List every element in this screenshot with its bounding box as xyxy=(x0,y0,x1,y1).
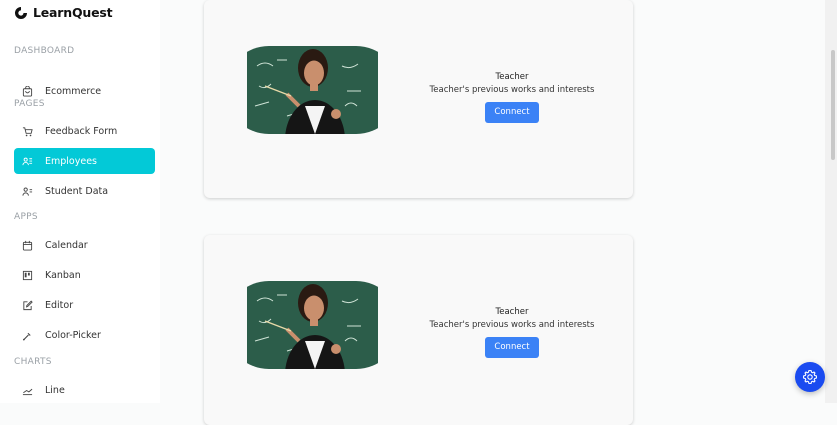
card-description: Teacher's previous works and interests xyxy=(429,320,595,330)
sidebar-item-label: Employees xyxy=(45,155,97,167)
teacher-photo xyxy=(247,46,378,134)
sidebar-item-label: Color-Picker xyxy=(45,329,101,341)
sidebar-item-student-data[interactable]: Student Data xyxy=(14,178,155,204)
section-label-dashboard: DASHBOARD xyxy=(14,46,75,56)
line-chart-icon xyxy=(22,388,33,395)
sidebar-item-editor[interactable]: Editor xyxy=(14,292,155,318)
sidebar-item-calendar[interactable]: Calendar xyxy=(14,232,155,258)
brand-logo-icon xyxy=(15,6,27,19)
section-label-apps: APPS xyxy=(14,212,38,222)
sidebar-item-label: Calendar xyxy=(45,239,88,251)
card-description: Teacher's previous works and interests xyxy=(429,85,595,95)
employee-card: Teacher Teacher's previous works and int… xyxy=(204,235,633,425)
sidebar-item-label: Kanban xyxy=(45,269,81,281)
card-role: Teacher xyxy=(495,72,529,82)
settings-button[interactable] xyxy=(795,362,825,392)
main-content: Teacher Teacher's previous works and int… xyxy=(160,0,837,425)
sidebar-item-line[interactable]: Line xyxy=(14,377,155,403)
sidebar-item-label: Ecommerce xyxy=(45,85,102,97)
employee-card: Teacher Teacher's previous works and int… xyxy=(204,0,633,198)
contacts-icon xyxy=(22,187,33,196)
connect-button[interactable]: Connect xyxy=(485,337,539,358)
scrollbar[interactable] xyxy=(825,0,837,403)
sidebar-item-color-picker[interactable]: Color-Picker xyxy=(14,322,155,348)
card-info: Teacher Teacher's previous works and int… xyxy=(412,72,612,123)
sidebar-item-feedback-form[interactable]: Feedback Form xyxy=(14,118,155,144)
sidebar-item-employees[interactable]: Employees xyxy=(14,148,155,174)
edit-icon xyxy=(23,300,33,310)
scrollbar-thumb[interactable] xyxy=(831,50,835,160)
sidebar-item-label: Line xyxy=(45,384,65,396)
brand-name: LearnQuest xyxy=(33,5,113,20)
sidebar-item-label: Feedback Form xyxy=(45,125,118,137)
calendar-icon xyxy=(22,240,33,251)
section-label-charts: CHARTS xyxy=(14,357,52,367)
sidebar-item-kanban[interactable]: Kanban xyxy=(14,262,155,288)
sidebar-item-label: Editor xyxy=(45,299,74,311)
card-role: Teacher xyxy=(495,307,529,317)
cart-icon xyxy=(22,126,33,136)
shopping-bag-icon xyxy=(22,85,33,97)
employees-icon xyxy=(22,157,33,165)
kanban-icon xyxy=(22,270,33,280)
connect-button[interactable]: Connect xyxy=(485,102,539,123)
section-label-pages: PAGES xyxy=(14,99,45,109)
card-info: Teacher Teacher's previous works and int… xyxy=(412,307,612,358)
sidebar: LearnQuest DASHBOARD Ecommerce PAGES Fee… xyxy=(0,0,160,403)
gear-icon xyxy=(802,369,818,385)
brand[interactable]: LearnQuest xyxy=(14,5,113,20)
color-picker-icon xyxy=(23,332,31,340)
sidebar-item-label: Student Data xyxy=(45,185,109,197)
teacher-photo xyxy=(247,281,378,369)
